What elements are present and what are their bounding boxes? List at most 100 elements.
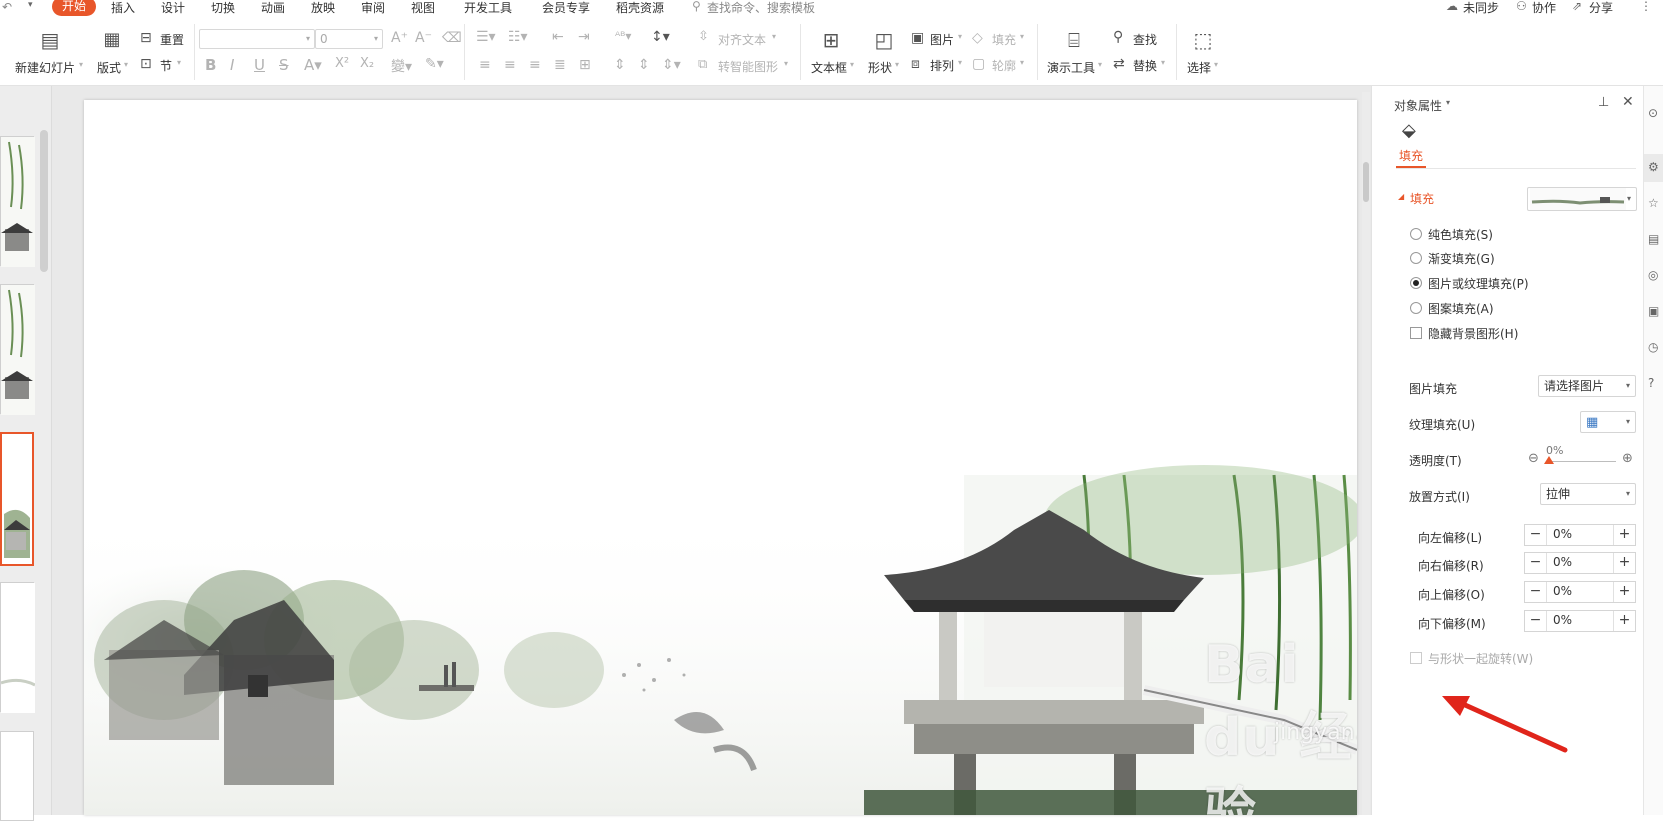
undo-icon[interactable]: ↶ <box>2 0 12 14</box>
offset-right-value[interactable]: 0% <box>1553 555 1572 569</box>
find-icon[interactable]: ⚲ <box>1113 29 1123 45</box>
columns-icon[interactable]: ⇕▾ <box>662 57 681 73</box>
chevron-down-icon[interactable]: ▾ <box>1446 98 1450 107</box>
replace-button[interactable]: 替换 <box>1133 57 1157 74</box>
tab-review[interactable]: 审阅 <box>361 0 385 16</box>
align-text-button[interactable]: 对齐文本 <box>718 31 766 48</box>
tab-animation[interactable]: 动画 <box>261 0 285 16</box>
new-slide-button[interactable]: 新建幻灯片 <box>15 59 75 76</box>
pin-icon[interactable]: ⊥ <box>1598 95 1609 110</box>
distribute-icon[interactable]: ⊞ <box>579 57 591 73</box>
minus-icon[interactable]: − <box>1525 553 1547 573</box>
clear-format-icon[interactable]: ⌫ <box>442 30 462 46</box>
minus-icon[interactable]: − <box>1525 611 1547 631</box>
fill-icon[interactable]: ◇ <box>972 30 983 46</box>
label-pattern-fill[interactable]: 图案填充(A) <box>1428 300 1494 317</box>
para-spacing-icon[interactable]: ⇕ <box>614 57 626 73</box>
shape-button[interactable]: 形状 <box>868 59 892 76</box>
chevron-down-icon[interactable]: ▾ <box>772 32 776 41</box>
fill-preview-select[interactable]: ▾ <box>1527 187 1637 211</box>
radio-solid-fill[interactable] <box>1410 228 1422 240</box>
tab-transition[interactable]: 切换 <box>211 0 235 16</box>
shape-icon[interactable]: ◰ <box>870 28 898 52</box>
superscript-icon[interactable]: X² <box>335 56 349 71</box>
slide-canvas[interactable]: Bai du 经验 jingyan.baidu.com <box>84 100 1357 815</box>
tab-start[interactable]: 开始 <box>52 0 96 16</box>
decrease-indent-icon[interactable]: ⇤ <box>552 29 564 45</box>
slide-thumbnail-active[interactable] <box>0 432 34 566</box>
chevron-down-icon[interactable]: ▾ <box>28 0 33 10</box>
location-icon[interactable]: ◎ <box>1648 268 1658 282</box>
minus-circle-icon[interactable]: ⊖ <box>1528 451 1539 466</box>
find-button[interactable]: 查找 <box>1133 31 1157 48</box>
offset-top-value[interactable]: 0% <box>1553 584 1572 598</box>
section-fill-title[interactable]: 填充 <box>1410 190 1434 207</box>
select-button[interactable]: 选择 <box>1187 59 1211 76</box>
offset-top-stepper[interactable]: −0% + <box>1524 581 1636 603</box>
align-right-icon[interactable]: ≡ <box>529 57 541 73</box>
hide-bg-checkbox[interactable] <box>1410 327 1422 339</box>
minus-icon[interactable]: − <box>1525 582 1547 602</box>
italic-icon[interactable]: I <box>230 56 234 74</box>
chevron-down-icon[interactable]: ▾ <box>784 59 788 68</box>
fill-bucket-icon[interactable]: ⬙ <box>1402 120 1416 141</box>
style-icon[interactable]: ⚙ <box>1648 160 1659 174</box>
offset-left-value[interactable]: 0% <box>1553 527 1572 541</box>
chevron-down-icon[interactable]: ▾ <box>124 60 128 69</box>
picture-button[interactable]: 图片 <box>930 31 954 48</box>
layout-panel-icon[interactable]: ▤ <box>1648 232 1659 246</box>
help-icon[interactable]: ? <box>1648 376 1654 390</box>
texture-fill-select[interactable]: ▦ ▾ <box>1580 411 1636 433</box>
history-icon[interactable]: ◷ <box>1648 340 1658 354</box>
command-search[interactable]: 查找命令、搜索模板 <box>707 0 815 16</box>
bullets-icon[interactable]: ☰▾ <box>476 29 496 45</box>
plus-icon[interactable]: + <box>1613 553 1635 573</box>
section-icon[interactable]: ⊡ <box>140 56 152 72</box>
chevron-down-icon[interactable]: ▾ <box>850 60 854 69</box>
minus-icon[interactable]: − <box>1525 525 1547 545</box>
chevron-down-icon[interactable]: ▾ <box>1214 60 1218 69</box>
collab-button[interactable]: 协作 <box>1532 0 1556 16</box>
subscript-icon[interactable]: X₂ <box>360 56 374 71</box>
align-left-icon[interactable]: ≡ <box>479 57 491 73</box>
chevron-down-icon[interactable]: ▾ <box>958 58 962 67</box>
align-text-icon[interactable]: ⇳ <box>698 29 709 44</box>
tab-fill[interactable]: 填充 <box>1399 147 1423 164</box>
label-gradient-fill[interactable]: 渐变填充(G) <box>1428 250 1495 267</box>
strikethrough-icon[interactable]: S <box>279 56 289 74</box>
chevron-down-icon[interactable]: ▾ <box>958 32 962 41</box>
phonetic-icon[interactable]: 變▾ <box>391 56 412 76</box>
offset-bottom-stepper[interactable]: −0% + <box>1524 610 1636 632</box>
label-hide-bg[interactable]: 隐藏背景图形(H) <box>1428 325 1518 342</box>
underline-icon[interactable]: U <box>254 56 265 74</box>
tab-design[interactable]: 设计 <box>161 0 185 16</box>
numbering-icon[interactable]: ☷▾ <box>508 29 528 45</box>
font-family-select[interactable]: ▾ <box>199 29 315 49</box>
collapse-triangle-icon[interactable]: ◢ <box>1398 192 1404 201</box>
tab-slideshow[interactable]: 放映 <box>311 0 335 16</box>
picture-icon[interactable]: ▣ <box>911 30 924 46</box>
text-direction-icon[interactable]: ᴬᴮ▾ <box>615 29 631 43</box>
property-icon[interactable]: ⊙ <box>1648 106 1658 120</box>
chevron-down-icon[interactable]: ▾ <box>895 60 899 69</box>
plus-icon[interactable]: + <box>1613 582 1635 602</box>
chevron-down-icon[interactable]: ▾ <box>1098 60 1102 69</box>
grow-font-icon[interactable]: A⁺ <box>391 30 408 46</box>
outline-icon[interactable]: ▢ <box>972 56 985 72</box>
line-spacing2-icon[interactable]: ⇕ <box>638 57 650 73</box>
chevron-down-icon[interactable]: ▾ <box>79 60 83 69</box>
reset-button[interactable]: 重置 <box>160 31 184 48</box>
replace-icon[interactable]: ⇄ <box>1113 56 1125 72</box>
fill-button[interactable]: 填充 <box>992 31 1016 48</box>
outline-button[interactable]: 轮廓 <box>992 57 1016 74</box>
rotate-with-shape-label[interactable]: 与形状一起旋转(W) <box>1428 650 1533 667</box>
chevron-down-icon[interactable]: ▾ <box>177 58 181 67</box>
smartart-icon[interactable]: ⧉ <box>698 57 707 72</box>
font-size-select[interactable]: 0 ▾ <box>315 29 383 49</box>
offset-left-stepper[interactable]: −0% + <box>1524 524 1636 546</box>
layout-button[interactable]: 版式 <box>97 59 121 76</box>
offset-right-stepper[interactable]: −0% + <box>1524 552 1636 574</box>
smartart-button[interactable]: 转智能图形 <box>718 58 778 75</box>
slide-thumbnail[interactable] <box>0 582 36 713</box>
shrink-font-icon[interactable]: A⁻ <box>415 30 432 46</box>
